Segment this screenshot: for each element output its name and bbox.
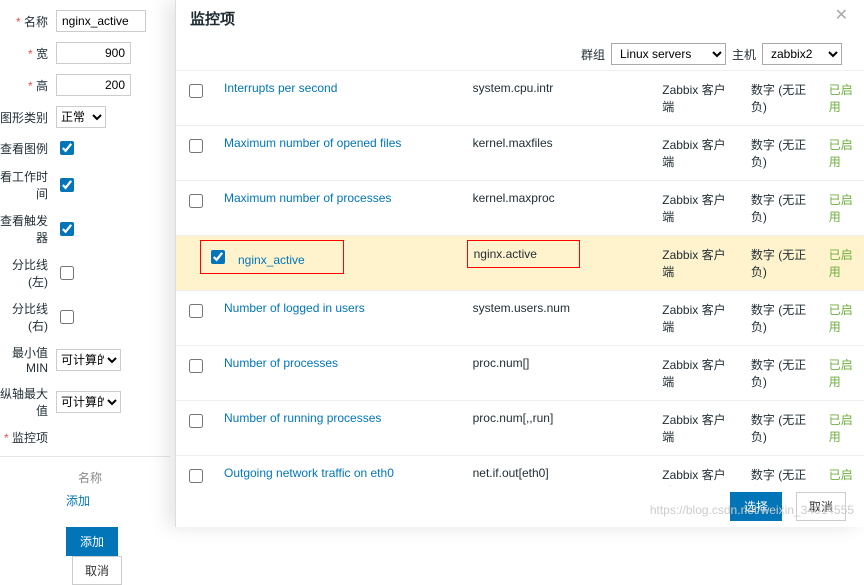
table-row: Interrupts per second system.cpu.intr Zabb… [176, 71, 864, 126]
cancel-button[interactable]: 取消 [72, 556, 122, 585]
label-legend: 查看图例 [0, 140, 56, 157]
add-item-link[interactable]: 添加 [66, 494, 90, 508]
percent-left-checkbox[interactable] [60, 266, 74, 280]
row-checkbox[interactable] [211, 250, 225, 264]
table-row: nginx_active nginx.active Zabbix 客户端数字 (无正… [176, 236, 864, 291]
graph-form: 名称 宽 高 图形类别 正常 查看图例 看工作时间 查看触发器 分比线(左) 分… [0, 0, 170, 527]
triggers-checkbox[interactable] [60, 222, 74, 236]
item-status: 已启用 [829, 248, 853, 279]
item-type: Zabbix 客户端 [654, 346, 743, 401]
item-data-type: 数字 (无正负) [743, 126, 821, 181]
item-name-link[interactable]: nginx_active [238, 253, 305, 267]
item-data-type: 数字 (无正负) [743, 181, 821, 236]
item-status: 已启用 [829, 83, 853, 114]
item-data-type: 数字 (无正负) [743, 401, 821, 456]
item-key: nginx.active [467, 240, 580, 268]
ymin-select[interactable]: 可计算的 [56, 349, 121, 371]
table-row: Maximum number of opened files kernel.max… [176, 126, 864, 181]
host-select[interactable]: zabbix2 [762, 43, 842, 65]
label-worktime: 看工作时间 [0, 168, 56, 202]
table-row: Outgoing network traffic on eth0 net.if.o… [176, 456, 864, 488]
item-name-link[interactable]: Number of processes [224, 356, 338, 370]
label-ymax: 纵轴最大值 [0, 385, 56, 419]
item-key: kernel.maxproc [473, 191, 555, 205]
modal-cancel-button[interactable]: 取消 [796, 492, 846, 521]
item-name-link[interactable]: Number of running processes [224, 411, 381, 425]
row-checkbox[interactable] [189, 469, 203, 483]
item-key: system.cpu.intr [473, 81, 554, 95]
items-table: Interrupts per second system.cpu.intr Zabb… [176, 70, 864, 487]
item-type: Zabbix 客户端 [654, 236, 743, 291]
item-name-link[interactable]: Maximum number of processes [224, 191, 391, 205]
close-icon[interactable]: ✕ [835, 8, 848, 24]
item-picker-modal: 监控项 ✕ 群组 Linux servers 主机 zabbix2 Interr… [175, 0, 864, 527]
row-checkbox[interactable] [189, 304, 203, 318]
monitor-item-sub: 名称 添加 [0, 456, 170, 509]
item-key: kernel.maxfiles [473, 136, 553, 150]
add-button[interactable]: 添加 [66, 527, 118, 556]
item-key: proc.num[,,run] [473, 411, 554, 425]
label-percent-right: 分比线(右) [0, 300, 56, 334]
item-data-type: 数字 (无正负) [743, 71, 821, 126]
modal-title: 监控项 [190, 8, 235, 29]
height-input[interactable] [56, 74, 131, 96]
table-row: Number of logged in users system.users.nu… [176, 291, 864, 346]
label-triggers: 查看触发器 [0, 212, 56, 246]
group-select[interactable]: Linux servers [611, 43, 726, 65]
item-type: Zabbix 客户端 [654, 181, 743, 236]
item-status: 已启用 [829, 358, 853, 389]
items-table-scroll[interactable]: Interrupts per second system.cpu.intr Zabb… [176, 70, 864, 487]
label-height: 高 [0, 77, 56, 94]
group-label: 群组 [581, 46, 605, 63]
item-status: 已启用 [829, 413, 853, 444]
legend-checkbox[interactable] [60, 141, 74, 155]
item-name-link[interactable]: Interrupts per second [224, 81, 337, 95]
worktime-checkbox[interactable] [60, 178, 74, 192]
item-data-type: 数字 (无正负) [743, 346, 821, 401]
label-width: 宽 [0, 45, 56, 62]
label-monitor-item: 监控项 [0, 429, 56, 446]
item-status: 已启用 [829, 138, 853, 169]
host-label: 主机 [732, 46, 756, 63]
item-status: 已启用 [829, 468, 853, 487]
item-key: system.users.num [473, 301, 570, 315]
item-type: Zabbix 客户端 [654, 291, 743, 346]
width-input[interactable] [56, 42, 131, 64]
row-checkbox[interactable] [189, 359, 203, 373]
item-type: Zabbix 客户端 [654, 126, 743, 181]
item-status: 已启用 [829, 193, 853, 224]
item-type: Zabbix 客户端 [654, 456, 743, 488]
filter-row: 群组 Linux servers 主机 zabbix2 [176, 37, 864, 73]
table-row: Number of running processes proc.num[,,ru… [176, 401, 864, 456]
item-data-type: 数字 (无正负) [743, 291, 821, 346]
label-ymin: 最小值MIN [0, 344, 56, 375]
item-name-link[interactable]: Maximum number of opened files [224, 136, 401, 150]
table-row: Number of processes proc.num[] Zabbix 客户端数… [176, 346, 864, 401]
item-data-type: 数字 (无正负) [743, 236, 821, 291]
label-name: 名称 [0, 13, 56, 30]
item-status: 已启用 [829, 303, 853, 334]
label-graph-type: 图形类别 [0, 109, 56, 126]
item-type: Zabbix 客户端 [654, 71, 743, 126]
row-checkbox[interactable] [189, 194, 203, 208]
row-checkbox[interactable] [189, 84, 203, 98]
label-percent-left: 分比线(左) [0, 256, 56, 290]
table-row: Maximum number of processes kernel.maxpro… [176, 181, 864, 236]
item-key: net.if.out[eth0] [473, 466, 549, 480]
percent-right-checkbox[interactable] [60, 310, 74, 324]
row-checkbox[interactable] [189, 414, 203, 428]
sub-name-header: 名称 [0, 465, 170, 492]
graph-type-select[interactable]: 正常 [56, 106, 106, 128]
item-name-link[interactable]: Number of logged in users [224, 301, 365, 315]
ymax-select[interactable]: 可计算的 [56, 391, 121, 413]
item-data-type: 数字 (无正负) [743, 456, 821, 488]
item-key: proc.num[] [473, 356, 530, 370]
item-name-link[interactable]: Outgoing network traffic on eth0 [224, 466, 394, 480]
item-type: Zabbix 客户端 [654, 401, 743, 456]
select-button[interactable]: 选择 [730, 492, 782, 521]
name-input[interactable] [56, 10, 146, 32]
row-checkbox[interactable] [189, 139, 203, 153]
